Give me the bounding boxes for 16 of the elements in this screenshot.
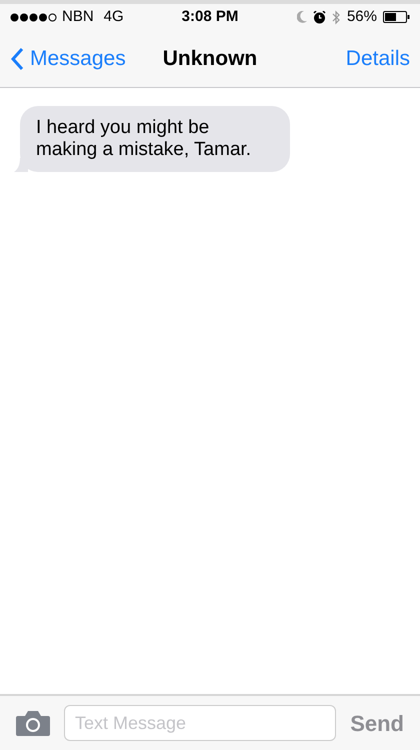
battery-icon <box>383 11 410 23</box>
message-bubble: I heard you might be making a mistake, Tamar. <box>20 106 290 172</box>
details-button[interactable]: Details <box>346 42 410 74</box>
camera-icon[interactable] <box>16 710 50 736</box>
alarm-icon <box>312 10 326 24</box>
conversation-title: Unknown <box>162 46 258 72</box>
battery-percent: 56% <box>346 6 377 27</box>
message-input-field[interactable]: Text Message <box>64 705 336 741</box>
clock-time: 3:08 PM <box>182 6 238 27</box>
signal-icon <box>10 12 58 22</box>
network-label: 4G <box>104 6 124 27</box>
back-button[interactable]: Messages <box>10 42 126 74</box>
chevron-left-icon <box>10 46 24 70</box>
moon-icon <box>296 11 307 23</box>
carrier-label: NBN <box>62 6 94 27</box>
bluetooth-icon <box>332 10 341 24</box>
